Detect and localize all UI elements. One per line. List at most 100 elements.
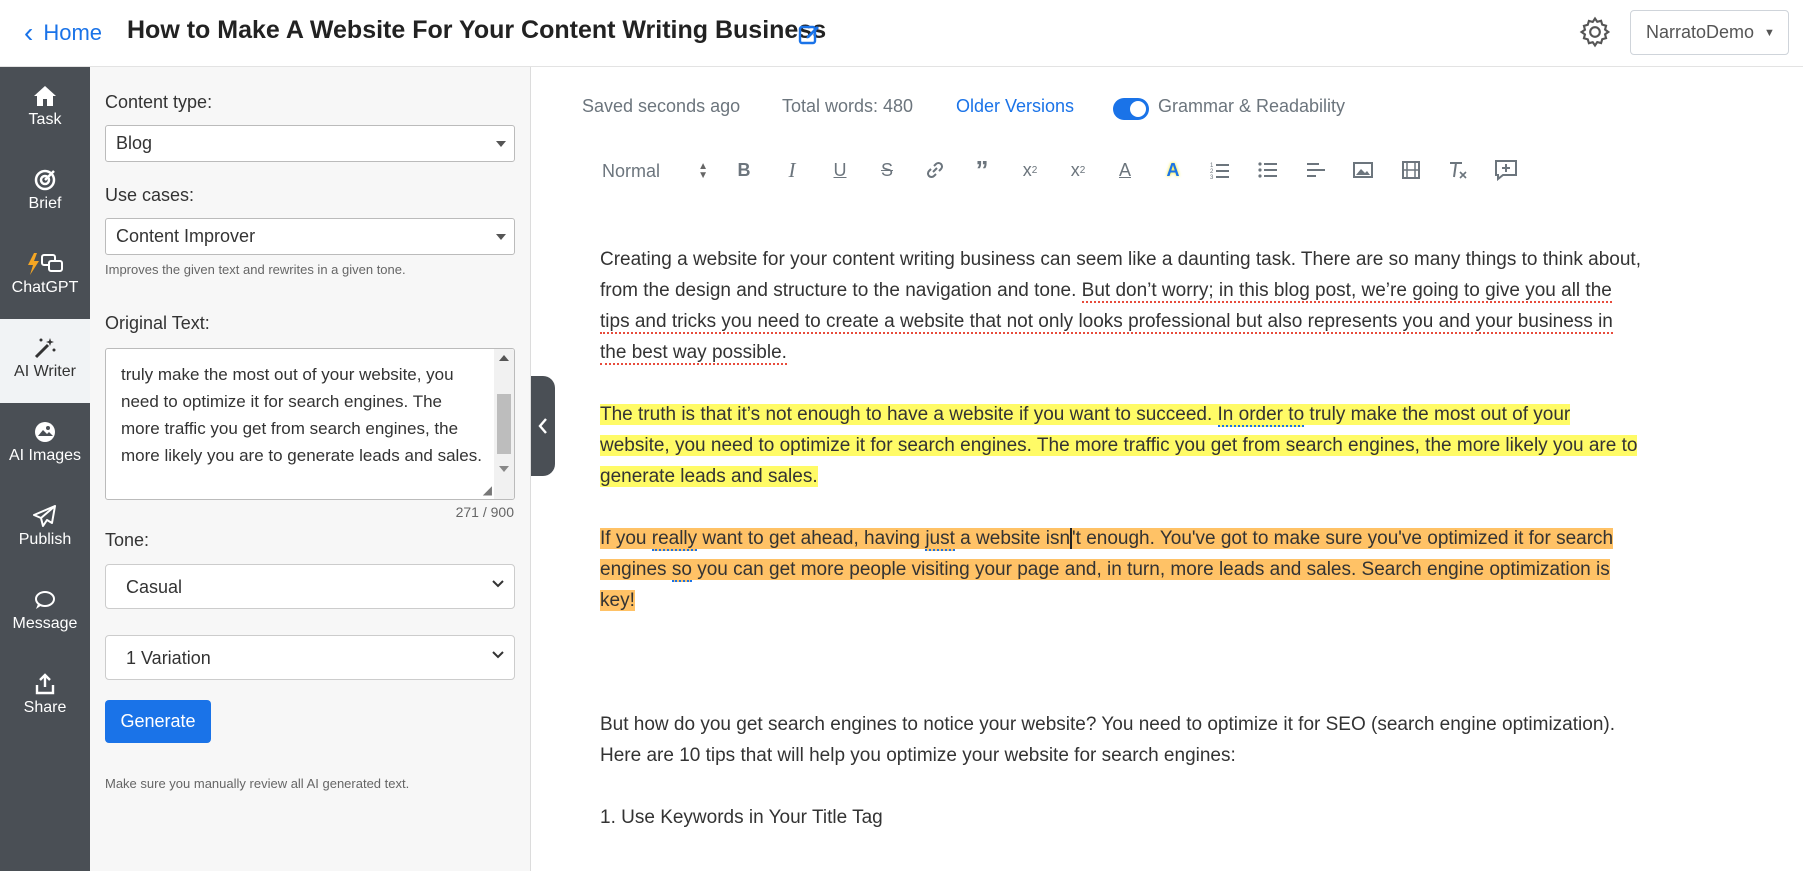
rail-label: AI Writer bbox=[14, 363, 76, 380]
top-bar: ‹ Home How to Make A Website For Your Co… bbox=[0, 0, 1803, 67]
content-type-select[interactable]: Blog bbox=[105, 125, 515, 162]
scroll-down-icon[interactable] bbox=[499, 466, 509, 472]
rail-item-ai-images[interactable]: AI Images bbox=[0, 403, 90, 487]
up-down-icon: ▲ ▼ bbox=[698, 161, 708, 181]
text-color-icon[interactable]: A bbox=[1110, 155, 1140, 185]
tone-value: Casual bbox=[126, 577, 183, 597]
use-cases-label: Use cases: bbox=[105, 185, 195, 205]
clear-format-icon[interactable] bbox=[1443, 155, 1473, 185]
chevron-down-icon bbox=[492, 580, 504, 588]
paragraph-2-highlighted[interactable]: The truth is that it’s not enough to hav… bbox=[600, 399, 1643, 492]
generate-button[interactable]: Generate bbox=[105, 700, 211, 743]
add-comment-icon[interactable] bbox=[1491, 155, 1521, 185]
align-icon[interactable] bbox=[1301, 155, 1331, 185]
use-case-select[interactable]: Content Improver bbox=[105, 218, 515, 255]
grammar-toggle-label: Grammar & Readability bbox=[1158, 96, 1346, 116]
share-icon bbox=[0, 671, 90, 697]
image-icon[interactable] bbox=[1348, 155, 1378, 185]
magic-wand-icon bbox=[0, 335, 90, 361]
textarea-scrollbar[interactable] bbox=[494, 349, 514, 499]
bold-icon[interactable]: B bbox=[729, 155, 759, 185]
older-versions-link[interactable]: Older Versions bbox=[956, 96, 1074, 117]
readability-suggestion[interactable]: just bbox=[925, 528, 955, 551]
link-icon[interactable] bbox=[920, 155, 950, 185]
rail-item-chatgpt[interactable]: ChatGPT bbox=[0, 235, 90, 319]
saved-status: Saved seconds ago bbox=[582, 96, 741, 116]
paragraph-5[interactable]: 1. Use Keywords in Your Title Tag bbox=[600, 802, 1643, 833]
tone-label: Tone: bbox=[105, 530, 150, 550]
home-link-label: Home bbox=[43, 20, 103, 45]
paragraph-3-ai-generated[interactable]: If you really want to get ahead, having … bbox=[600, 523, 1643, 616]
chevron-left-icon bbox=[538, 418, 547, 434]
paragraph-1[interactable]: Creating a website for your content writ… bbox=[600, 244, 1643, 368]
rail-item-share[interactable]: Share bbox=[0, 655, 90, 739]
message-icon bbox=[0, 587, 90, 613]
underline-icon[interactable]: U bbox=[825, 155, 855, 185]
scroll-thumb[interactable] bbox=[497, 394, 511, 454]
readability-suggestion[interactable]: In order to bbox=[1217, 404, 1305, 427]
rail-label: Task bbox=[28, 111, 62, 128]
resize-handle-icon[interactable]: ◢ bbox=[483, 483, 492, 497]
rail-label: Message bbox=[12, 615, 78, 632]
rail-label: ChatGPT bbox=[11, 279, 79, 296]
paragraph-text: you can get more people visiting your pa… bbox=[600, 559, 1610, 611]
content-type-value: Blog bbox=[116, 133, 153, 153]
ai-writer-panel: Content type: Blog Use cases: Content Im… bbox=[90, 67, 531, 871]
collapse-panel-button[interactable] bbox=[531, 376, 555, 476]
target-icon bbox=[0, 167, 90, 193]
rail-item-brief[interactable]: Brief bbox=[0, 151, 90, 235]
use-case-hint: Improves the given text and rewrites in … bbox=[105, 262, 406, 277]
paragraph-text: want to get ahead, having bbox=[697, 528, 926, 549]
original-text-content: truly make the most out of your website,… bbox=[121, 365, 482, 465]
bullet-list-icon[interactable] bbox=[1253, 155, 1283, 185]
ai-disclaimer: Make sure you manually review all AI gen… bbox=[105, 776, 410, 791]
paragraph-text: The truth is that it’s not enough to hav… bbox=[600, 404, 1218, 425]
grammar-toggle[interactable] bbox=[1113, 98, 1149, 120]
blockquote-icon[interactable]: ” bbox=[967, 155, 997, 185]
superscript-icon[interactable]: x2 bbox=[1063, 155, 1093, 185]
toggle-knob bbox=[1130, 101, 1146, 117]
readability-suggestion[interactable]: really bbox=[651, 528, 698, 551]
video-icon[interactable] bbox=[1396, 155, 1426, 185]
page-title: How to Make A Website For Your Content W… bbox=[127, 16, 827, 44]
home-link[interactable]: ‹ Home bbox=[24, 18, 102, 48]
settings-gear-icon[interactable] bbox=[1578, 15, 1612, 49]
user-menu-dropdown[interactable]: NarratoDemo ▼ bbox=[1630, 10, 1789, 55]
chevron-left-icon: ‹ bbox=[24, 17, 34, 48]
paragraph-4[interactable]: But how do you get search engines to not… bbox=[600, 709, 1643, 771]
variation-value: 1 Variation bbox=[126, 648, 211, 668]
rail-item-ai-writer[interactable]: AI Writer bbox=[0, 319, 90, 403]
rail-label: Share bbox=[23, 699, 67, 716]
readability-suggestion[interactable]: so bbox=[671, 559, 692, 582]
caret-down-icon: ▼ bbox=[1764, 26, 1775, 39]
user-menu-label: NarratoDemo bbox=[1646, 22, 1755, 42]
scroll-up-icon[interactable] bbox=[499, 355, 509, 361]
strikethrough-icon[interactable]: S bbox=[872, 155, 902, 185]
format-select[interactable]: Normal ▲ ▼ bbox=[602, 156, 708, 186]
char-counter: 271 / 900 bbox=[455, 504, 514, 520]
rail-item-publish[interactable]: Publish bbox=[0, 487, 90, 571]
ordered-list-icon[interactable]: 123 bbox=[1205, 155, 1235, 185]
paragraph-text: If you bbox=[600, 528, 652, 549]
original-text-label: Original Text: bbox=[105, 313, 210, 333]
rail-item-task[interactable]: Task bbox=[0, 67, 90, 151]
highlight-icon[interactable]: A bbox=[1158, 155, 1188, 185]
rail-label: Publish bbox=[18, 531, 72, 548]
left-nav-rail: Task Brief ChatGPT AI Writer AI Images P… bbox=[0, 67, 90, 871]
variation-select[interactable]: 1 Variation bbox=[105, 635, 515, 680]
tone-select[interactable]: Casual bbox=[105, 564, 515, 609]
rail-item-message[interactable]: Message bbox=[0, 571, 90, 655]
svg-text:3: 3 bbox=[1210, 175, 1214, 179]
paragraph-text: a website isn bbox=[954, 528, 1071, 549]
use-case-value: Content Improver bbox=[116, 226, 256, 246]
word-count: Total words: 480 bbox=[782, 96, 914, 116]
caret-down-icon bbox=[496, 234, 506, 240]
original-text-input[interactable]: truly make the most out of your website,… bbox=[105, 348, 515, 500]
chat-bolt-icon bbox=[0, 251, 90, 277]
send-icon bbox=[0, 503, 90, 529]
edit-title-icon[interactable] bbox=[797, 22, 821, 46]
subscript-icon[interactable]: x2 bbox=[1015, 155, 1045, 185]
italic-icon[interactable]: I bbox=[777, 155, 807, 185]
rail-label: Brief bbox=[28, 195, 62, 212]
caret-down-icon bbox=[496, 141, 506, 147]
